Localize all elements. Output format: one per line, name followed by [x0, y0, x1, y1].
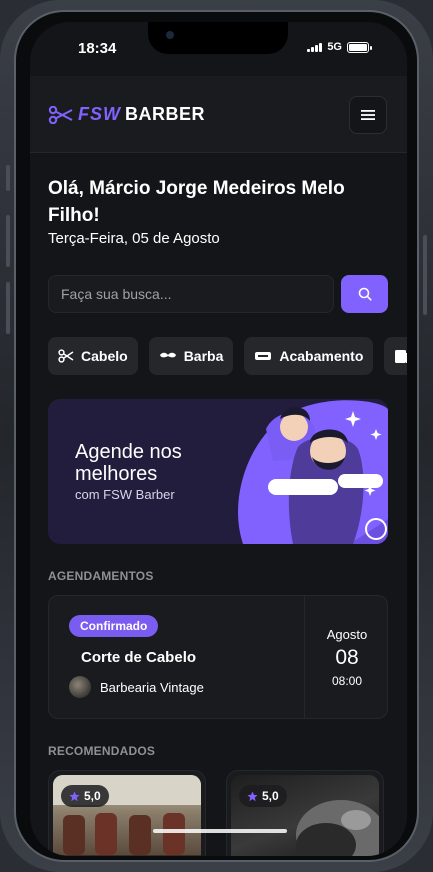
- towel-icon: [395, 350, 407, 363]
- star-icon: [69, 790, 80, 801]
- booking-date: Agosto 08 08:00: [305, 596, 389, 718]
- booking-card[interactable]: Confirmado Corte de Cabelo Barbearia Vin…: [48, 595, 388, 719]
- home-indicator[interactable]: [153, 829, 287, 833]
- banner-title: Agende nos melhores: [75, 441, 182, 485]
- shop-image: 5,0: [53, 775, 201, 856]
- scissors-logo-icon: [48, 105, 73, 124]
- menu-button[interactable]: [349, 96, 387, 134]
- booking-service: Corte de Cabelo: [81, 649, 197, 666]
- booking-shop: Barbearia Vintage: [69, 676, 204, 698]
- rating-value: 5,0: [84, 789, 101, 803]
- volume-up-button: [6, 215, 10, 267]
- shop-image: 5,0: [231, 775, 379, 856]
- star-icon: [247, 790, 258, 801]
- notch: [148, 22, 288, 54]
- scissors-icon: [58, 349, 74, 363]
- chip-label: Acabamento: [279, 348, 364, 364]
- quick-search-row: Cabelo Barba Acabamento: [48, 337, 407, 375]
- chip-label: Cabelo: [81, 348, 128, 364]
- rating-badge: 5,0: [239, 785, 287, 807]
- bookings-section-title: AGENDAMENTOS: [48, 569, 154, 583]
- quick-search-barba[interactable]: Barba: [148, 337, 234, 375]
- quick-search-acabamento[interactable]: Acabamento: [244, 337, 374, 375]
- side-button: [6, 165, 10, 191]
- quick-search-toalha[interactable]: [384, 337, 407, 375]
- quick-search-cabelo[interactable]: Cabelo: [48, 337, 138, 375]
- menu-icon: [361, 110, 375, 120]
- battery-icon: [347, 41, 372, 53]
- razor-icon: [255, 352, 272, 360]
- signal-icon: [307, 42, 323, 52]
- chip-label: Barba: [183, 348, 224, 364]
- greeting-title: Olá, Márcio Jorge Medeiros Melo Filho!: [48, 178, 345, 226]
- rating-value: 5,0: [262, 789, 279, 803]
- app-screen: 18:34 5G FSW BARBER Olá, Márcio Jorge Me…: [30, 22, 407, 856]
- promo-banner[interactable]: Agende nos melhores com FSW Barber: [48, 399, 388, 544]
- shop-card[interactable]: 5,0: [48, 770, 206, 856]
- power-button: [423, 235, 427, 315]
- shop-card[interactable]: 5,0: [226, 770, 384, 856]
- avatar: [69, 676, 91, 698]
- status-indicators: 5G: [307, 41, 372, 53]
- search-icon: [358, 287, 372, 301]
- logo-fsw-text: FSW: [78, 104, 121, 124]
- search-input[interactable]: [48, 275, 334, 313]
- camera-icon: [166, 31, 174, 39]
- booking-month: Agosto: [326, 626, 368, 642]
- volume-down-button: [6, 282, 10, 334]
- banner-subtitle: com FSW Barber: [75, 487, 175, 502]
- app-header: FSW BARBER: [30, 76, 407, 153]
- mustache-icon: [159, 352, 176, 358]
- search-button[interactable]: [341, 275, 388, 313]
- network-label: 5G: [327, 41, 342, 53]
- current-date: Terça-Feira, 05 de Agosto: [48, 230, 220, 247]
- logo-barber-text: BARBER: [125, 104, 206, 124]
- booking-shop-name: Barbearia Vintage: [100, 679, 204, 695]
- rating-badge: 5,0: [61, 785, 109, 807]
- booking-day: 08: [335, 645, 359, 669]
- recommended-section-title: RECOMENDADOS: [48, 744, 156, 758]
- booking-time: 08:00: [331, 673, 363, 688]
- status-time: 18:34: [78, 40, 117, 57]
- logo[interactable]: FSW BARBER: [48, 104, 205, 125]
- status-badge: Confirmado: [69, 615, 159, 637]
